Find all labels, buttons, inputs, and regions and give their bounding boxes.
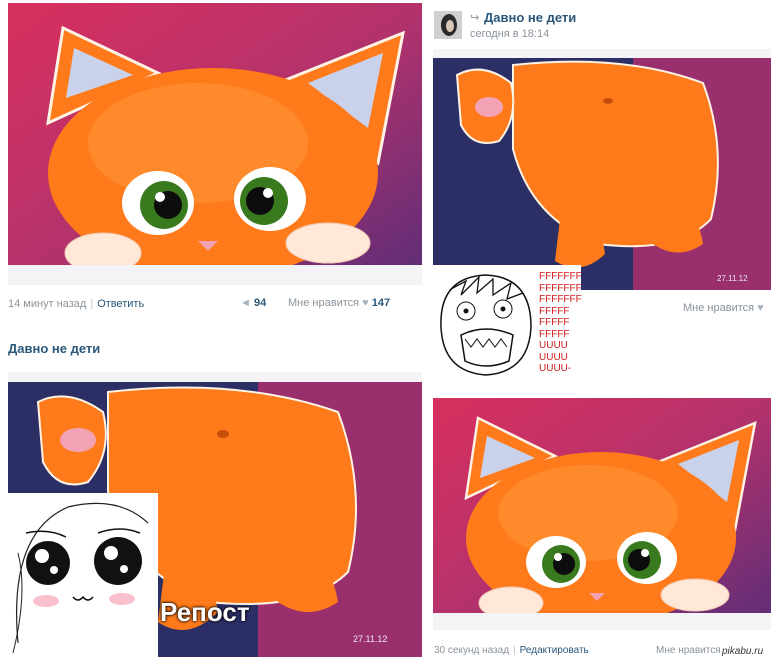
rage-text-line: FFFFF — [539, 328, 570, 340]
edit-link[interactable]: Редактировать — [520, 645, 589, 656]
like-label: Мне нравится — [656, 645, 721, 656]
like-button-right-bottom[interactable]: Мне нравится — [656, 645, 721, 656]
watermark: pikabu.ru — [722, 646, 764, 657]
rage-text-line: FFFFFFF — [539, 294, 582, 305]
photo-cat-belly-right[interactable]: 27.11.12 — [433, 49, 771, 290]
likes-count: 147 — [371, 297, 391, 309]
repost-label: Репост — [160, 597, 250, 627]
rage-text-line: UUUU- — [539, 363, 572, 374]
repost-counter[interactable]: ◄ 94 — [240, 297, 266, 309]
rage-text-line: UUUU — [539, 340, 568, 351]
post-time-right[interactable]: сегодня в 18:14 — [470, 28, 549, 40]
avatar[interactable] — [434, 11, 462, 39]
post-time: 14 минут назад — [8, 298, 87, 310]
post-time: 30 секунд назад — [434, 645, 510, 656]
like-button[interactable]: Мне нравится ♥ 147 — [288, 297, 390, 309]
heart-icon: ♥ — [362, 297, 369, 309]
megaphone-icon: ◄ — [240, 297, 251, 309]
painting-signature-right: 27.11.12 — [717, 274, 748, 283]
painting-signature-left: 27.11.12 — [353, 634, 387, 644]
rage-text-line: FFFFF — [539, 305, 570, 317]
heart-icon: ♥ — [757, 302, 764, 314]
like-label: Мне нравится — [683, 302, 755, 314]
photo-cat-face-small[interactable] — [433, 398, 771, 630]
rage-text: FFFFFFF FFFFFFF FFFFFFF FFFFF FFFFF FFFF… — [539, 271, 582, 375]
rage-text-line: FFFFFFF — [539, 271, 582, 282]
reposts-count: 94 — [253, 297, 267, 309]
rage-text-line: UUUU — [539, 351, 568, 363]
like-button-right-top[interactable]: Мне нравится ♥ — [683, 302, 764, 314]
rage-text-line: FFFFF — [539, 317, 570, 328]
rage-text-line: FFFFFFF — [539, 282, 582, 294]
post-title-right[interactable]: Давно не дети — [484, 10, 576, 25]
photo-cat-face-large[interactable] — [8, 3, 422, 285]
post-meta-row-right: 30 секунд назад | Редактировать — [434, 645, 589, 656]
meme-cute-face — [8, 493, 158, 657]
post-title-left[interactable]: Давно не дети — [8, 341, 100, 356]
meme-rage-face: FFFFFFF FFFFFFF FFFFFFF FFFFF FFFFF FFFF… — [431, 265, 582, 380]
repost-icon: ↪ — [470, 12, 480, 24]
like-label: Мне нравится — [288, 297, 360, 309]
reply-link[interactable]: Ответить — [97, 298, 144, 310]
